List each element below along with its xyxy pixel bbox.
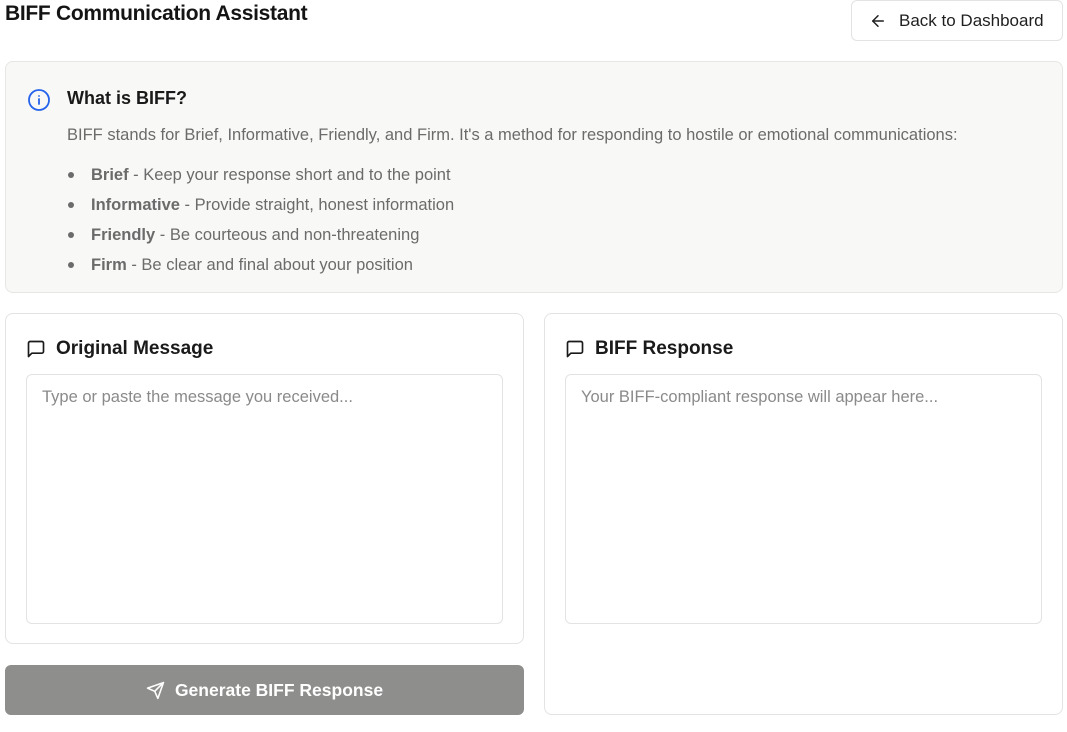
generate-biff-response-button[interactable]: Generate BIFF Response — [5, 665, 524, 715]
principle-term: Informative — [91, 195, 180, 214]
principle-term: Brief — [91, 165, 129, 184]
send-icon — [146, 681, 165, 699]
biff-info-card: What is BIFF? BIFF stands for Brief, Inf… — [5, 61, 1063, 293]
generate-button-label: Generate BIFF Response — [174, 679, 384, 700]
original-message-panel: Original Message — [5, 313, 524, 644]
biff-response-output[interactable] — [565, 374, 1042, 624]
principle-term: Friendly — [91, 225, 156, 244]
principle-text: - Keep your response short and to the po… — [128, 165, 451, 184]
bullet-icon — [68, 262, 74, 268]
bullet-icon — [68, 172, 74, 178]
list-item: Firm - Be clear and final about your pos… — [67, 250, 454, 280]
bullet-icon — [68, 202, 74, 208]
principle-text: - Be clear and final about your position — [126, 255, 413, 274]
list-item: Informative - Provide straight, honest i… — [67, 190, 454, 220]
page-title: BIFF Communication Assistant — [5, 2, 308, 25]
message-square-icon — [566, 340, 584, 358]
original-message-input[interactable] — [26, 374, 503, 624]
back-button-label: Back to Dashboard — [899, 10, 1044, 30]
page: BIFF Communication Assistant Back to Das… — [0, 0, 1067, 732]
principle-term: Firm — [91, 255, 127, 274]
principle-text: - Be courteous and non-threatening — [155, 225, 420, 244]
info-icon — [28, 89, 50, 111]
arrow-left-icon — [872, 14, 884, 27]
biff-response-panel: BIFF Response — [544, 313, 1063, 715]
list-item: Brief - Keep your response short and to … — [67, 160, 454, 190]
original-message-title: Original Message — [56, 338, 214, 359]
biff-response-title: BIFF Response — [595, 338, 734, 359]
list-item: Friendly - Be courteous and non-threaten… — [67, 220, 454, 250]
biff-principles-list: Brief - Keep your response short and to … — [67, 160, 454, 280]
original-message-header: Original Message — [26, 338, 213, 360]
info-description: BIFF stands for Brief, Informative, Frie… — [67, 126, 958, 144]
biff-response-header: BIFF Response — [565, 338, 733, 360]
principle-text: - Provide straight, honest information — [179, 195, 455, 214]
bullet-icon — [68, 232, 74, 238]
back-to-dashboard-button[interactable]: Back to Dashboard — [851, 0, 1063, 41]
message-square-icon — [27, 340, 45, 358]
info-title: What is BIFF? — [67, 88, 187, 108]
